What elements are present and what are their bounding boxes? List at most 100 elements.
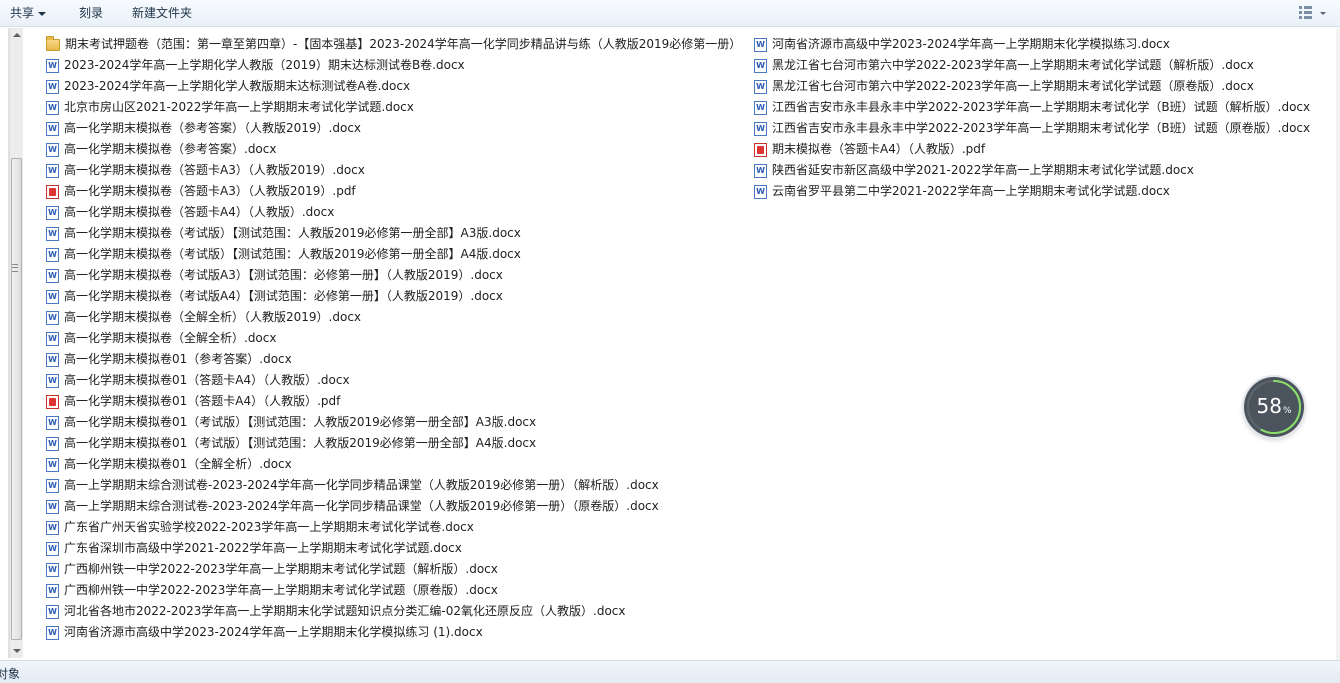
file-item[interactable]: 高一化学期末模拟卷01（全解全析）.docx [46, 454, 741, 475]
file-name: 高一化学期末模拟卷（考试版）【测试范围：人教版2019必修第一册全部】A3版.d… [64, 226, 521, 240]
scrollbar-thumb[interactable] [11, 158, 22, 640]
file-name: 高一化学期末模拟卷（答题卡A3）（人教版2019）.docx [64, 163, 365, 177]
file-name: 期末考试押题卷（范围：第一章至第四章）-【固本强基】2023-2024学年高一化… [65, 37, 742, 51]
file-name: 河南省济源市高级中学2023-2024学年高一上学期期末化学模拟练习 (1).d… [64, 625, 483, 639]
word-icon [46, 331, 59, 346]
word-icon [46, 478, 59, 493]
pdf-icon [46, 394, 59, 409]
word-icon [46, 247, 59, 262]
word-icon [754, 100, 767, 115]
file-item[interactable]: 广西柳州铁一中学2022-2023学年高一上学期期末考试化学试题（解析版）.do… [46, 559, 741, 580]
file-name: 云南省罗平县第二中学2021-2022学年高一上学期期末考试化学试题.docx [772, 184, 1170, 198]
file-item[interactable]: 河南省济源市高级中学2023-2024学年高一上学期期末化学模拟练习 (1).d… [46, 622, 741, 643]
file-item[interactable]: 河北省各地市2022-2023学年高一上学期期末化学试题知识点分类汇编-02氧化… [46, 601, 741, 622]
file-name: 陕西省延安市新区高级中学2021-2022学年高一上学期期末考试化学试题.doc… [772, 163, 1194, 177]
file-item[interactable]: 期末模拟卷（答题卡A4）（人教版）.pdf [754, 139, 1310, 160]
file-item[interactable]: 高一化学期末模拟卷01（答题卡A4）（人教版）.docx [46, 370, 741, 391]
word-icon [46, 625, 59, 640]
file-name: 高一上学期期末综合测试卷-2023-2024学年高一化学同步精品课堂（人教版20… [64, 478, 659, 492]
file-item[interactable]: 高一化学期末模拟卷01（参考答案）.docx [46, 349, 741, 370]
file-item[interactable]: 河南省济源市高级中学2023-2024学年高一上学期期末化学模拟练习.docx [754, 34, 1310, 55]
file-item[interactable]: 高一化学期末模拟卷（答题卡A3）（人教版2019）.docx [46, 160, 741, 181]
file-item[interactable]: 北京市房山区2021-2022学年高一上学期期末考试化学试题.docx [46, 97, 741, 118]
speed-value: 58 [1256, 394, 1282, 418]
file-item[interactable]: 高一化学期末模拟卷（答题卡A3）（人教版2019）.pdf [46, 181, 741, 202]
file-item[interactable]: 2023-2024学年高一上学期化学人教版期末达标测试卷A卷.docx [46, 76, 741, 97]
file-item[interactable]: 高一上学期期末综合测试卷-2023-2024学年高一化学同步精品课堂（人教版20… [46, 496, 741, 517]
file-column-1: 期末考试押题卷（范围：第一章至第四章）-【固本强基】2023-2024学年高一化… [46, 34, 741, 643]
file-name: 高一化学期末模拟卷（全解全析）.docx [64, 331, 277, 345]
file-name: 高一化学期末模拟卷01（答题卡A4）（人教版）.docx [64, 373, 350, 387]
new-folder-button[interactable]: 新建文件夹 [132, 5, 192, 22]
file-item[interactable]: 高一化学期末模拟卷（全解全析）.docx [46, 328, 741, 349]
file-item[interactable]: 黑龙江省七台河市第六中学2022-2023学年高一上学期期末考试化学试题（解析版… [754, 55, 1310, 76]
file-name: 高一化学期末模拟卷（考试版A3）【测试范围：必修第一册】（人教版2019）.do… [64, 268, 503, 282]
word-icon [46, 352, 59, 367]
file-name: 高一化学期末模拟卷（参考答案）.docx [64, 142, 277, 156]
file-item[interactable]: 2023-2024学年高一上学期化学人教版（2019）期末达标测试卷B卷.doc… [46, 55, 741, 76]
word-icon [754, 58, 767, 73]
right-edge [1336, 28, 1340, 660]
file-item[interactable]: 高一化学期末模拟卷（考试版A3）【测试范围：必修第一册】（人教版2019）.do… [46, 265, 741, 286]
scroll-down-icon[interactable] [13, 649, 21, 653]
file-item[interactable]: 高一上学期期末综合测试卷-2023-2024学年高一化学同步精品课堂（人教版20… [46, 475, 741, 496]
file-item[interactable]: 江西省吉安市永丰县永丰中学2022-2023学年高一上学期期末考试化学（B班）试… [754, 118, 1310, 139]
word-icon [46, 268, 59, 283]
file-name: 高一化学期末模拟卷01（答题卡A4）（人教版）.pdf [64, 394, 341, 408]
file-item[interactable]: 广西柳州铁一中学2022-2023学年高一上学期期末考试化学试题（原卷版）.do… [46, 580, 741, 601]
file-item[interactable]: 陕西省延安市新区高级中学2021-2022学年高一上学期期末考试化学试题.doc… [754, 160, 1310, 181]
file-item[interactable]: 广东省深圳市高级中学2021-2022学年高一上学期期末考试化学试题.docx [46, 538, 741, 559]
word-icon [46, 604, 59, 619]
file-item[interactable]: 高一化学期末模拟卷（考试版A4）【测试范围：必修第一册】（人教版2019）.do… [46, 286, 741, 307]
share-label: 共享 [10, 6, 35, 20]
speed-widget[interactable]: 58% [1244, 377, 1304, 437]
view-dropdown-icon[interactable] [1320, 12, 1326, 15]
file-name: 期末模拟卷（答题卡A4）（人教版）.pdf [772, 142, 986, 156]
file-name: 黑龙江省七台河市第六中学2022-2023学年高一上学期期末考试化学试题（解析版… [772, 58, 1254, 72]
file-item[interactable]: 黑龙江省七台河市第六中学2022-2023学年高一上学期期末考试化学试题（原卷版… [754, 76, 1310, 97]
file-item[interactable]: 高一化学期末模拟卷（全解全析）（人教版2019）.docx [46, 307, 741, 328]
word-icon [46, 415, 59, 430]
file-item[interactable]: 高一化学期末模拟卷01（考试版）【测试范围：人教版2019必修第一册全部】A3版… [46, 412, 741, 433]
word-icon [754, 184, 767, 199]
file-name: 黑龙江省七台河市第六中学2022-2023学年高一上学期期末考试化学试题（原卷版… [772, 79, 1254, 93]
file-item[interactable]: 期末考试押题卷（范围：第一章至第四章）-【固本强基】2023-2024学年高一化… [46, 34, 741, 55]
file-item[interactable]: 云南省罗平县第二中学2021-2022学年高一上学期期末考试化学试题.docx [754, 181, 1310, 202]
word-icon [46, 499, 59, 514]
share-button[interactable]: 共享 [10, 5, 47, 22]
file-list: 期末考试押题卷（范围：第一章至第四章）-【固本强基】2023-2024学年高一化… [24, 28, 1340, 660]
file-item[interactable]: 高一化学期末模拟卷01（考试版）【测试范围：人教版2019必修第一册全部】A4版… [46, 433, 741, 454]
word-icon [46, 79, 59, 94]
file-item[interactable]: 高一化学期末模拟卷（答题卡A4）（人教版）.docx [46, 202, 741, 223]
chevron-down-icon [38, 11, 47, 16]
file-item[interactable]: 高一化学期末模拟卷01（答题卡A4）（人教版）.pdf [46, 391, 741, 412]
file-name: 江西省吉安市永丰县永丰中学2022-2023学年高一上学期期末考试化学（B班）试… [772, 121, 1311, 135]
file-name: 高一化学期末模拟卷（考试版）【测试范围：人教版2019必修第一册全部】A4版.d… [64, 247, 521, 261]
word-icon [46, 373, 59, 388]
burn-button[interactable]: 刻录 [79, 5, 103, 22]
file-item[interactable]: 高一化学期末模拟卷（考试版）【测试范围：人教版2019必修第一册全部】A3版.d… [46, 223, 741, 244]
word-icon [46, 520, 59, 535]
file-name: 高一化学期末模拟卷01（考试版）【测试范围：人教版2019必修第一册全部】A3版… [64, 415, 537, 429]
file-name: 高一化学期末模拟卷（答题卡A4）（人教版）.docx [64, 205, 335, 219]
file-item[interactable]: 高一化学期末模拟卷（参考答案）.docx [46, 139, 741, 160]
status-bar: 对象 [0, 660, 1340, 683]
file-item[interactable]: 高一化学期末模拟卷（参考答案）（人教版2019）.docx [46, 118, 741, 139]
file-item[interactable]: 江西省吉安市永丰县永丰中学2022-2023学年高一上学期期末考试化学（B班）试… [754, 97, 1310, 118]
word-icon [46, 436, 59, 451]
scroll-grip-icon [12, 264, 18, 272]
file-name: 高一化学期末模拟卷（答题卡A3）（人教版2019）.pdf [64, 184, 356, 198]
navigation-scrollbar[interactable] [9, 28, 23, 658]
folder-icon [46, 35, 60, 51]
file-name: 广西柳州铁一中学2022-2023学年高一上学期期末考试化学试题（解析版）.do… [64, 562, 498, 576]
word-icon [46, 121, 59, 136]
word-icon [46, 310, 59, 325]
file-item[interactable]: 广东省广州天省实验学校2022-2023学年高一上学期期末考试化学试卷.docx [46, 517, 741, 538]
scroll-up-icon[interactable] [13, 33, 21, 37]
file-name: 高一化学期末模拟卷01（全解全析）.docx [64, 457, 292, 471]
word-icon [46, 142, 59, 157]
file-name: 北京市房山区2021-2022学年高一上学期期末考试化学试题.docx [64, 100, 414, 114]
file-item[interactable]: 高一化学期末模拟卷（考试版）【测试范围：人教版2019必修第一册全部】A4版.d… [46, 244, 741, 265]
file-name: 高一上学期期末综合测试卷-2023-2024学年高一化学同步精品课堂（人教版20… [64, 499, 659, 513]
view-options-icon[interactable] [1298, 5, 1314, 21]
